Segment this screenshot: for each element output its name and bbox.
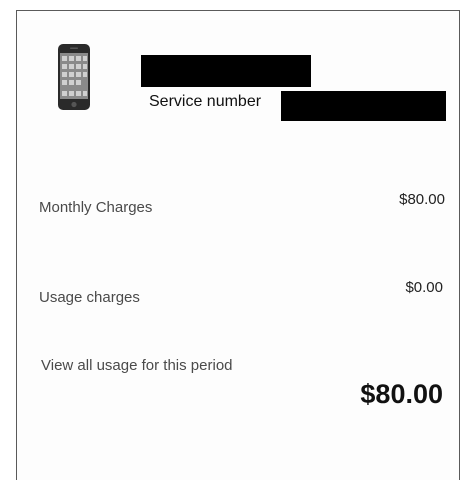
service-number-label: Service number bbox=[149, 93, 262, 110]
monthly-charges-label: Monthly Charges bbox=[39, 199, 153, 216]
monthly-charges-value: $80.00 bbox=[399, 191, 445, 208]
smartphone-icon bbox=[58, 44, 90, 110]
redacted-account-name bbox=[141, 55, 311, 87]
usage-charges-value: $0.00 bbox=[405, 279, 443, 296]
redacted-service-number bbox=[281, 91, 446, 121]
total-amount: $80.00 bbox=[360, 379, 443, 409]
billing-summary-card: Service number Monthly Charges $80.00 Us… bbox=[16, 10, 460, 480]
view-usage-link[interactable]: View all usage for this period bbox=[41, 357, 233, 374]
usage-charges-label: Usage charges bbox=[39, 289, 140, 306]
